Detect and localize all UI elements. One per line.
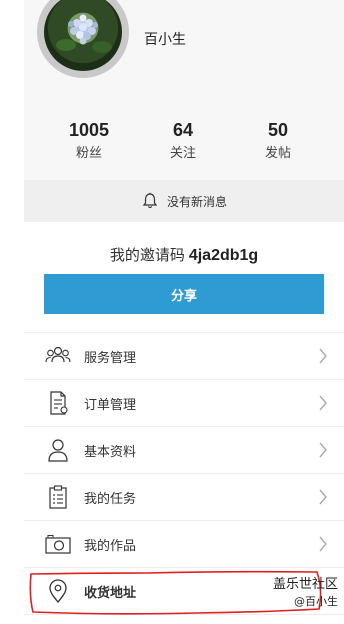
menu-item-label: 收货地址 [84,585,137,601]
order-document-icon [50,391,68,415]
chevron-right-icon [319,536,327,552]
location-pin-icon [49,579,67,604]
menu-item-order-management[interactable]: 订单管理 [24,380,344,427]
watermark: 盖乐世社区 @百小生 [273,576,338,610]
invite-label: 我的邀请码 [109,246,185,264]
stat-followers[interactable]: 1005 粉丝 [44,118,134,164]
notification-text: 没有新消息 [166,194,227,209]
menu-item-label: 我的任务 [84,491,137,507]
chevron-right-icon [319,348,327,364]
stat-value: 50 [267,120,289,140]
menu-list: 服务管理 订单管理 基本资料 我的任务 我的作品 收货地址 [24,332,344,615]
notification-bar[interactable]: 没有新消息 [24,180,344,222]
people-icon [45,346,71,363]
stat-posts[interactable]: 50 发帖 [233,118,323,164]
camera-icon [45,535,71,554]
menu-item-label: 服务管理 [84,350,137,366]
chevron-right-icon [319,395,327,411]
profile-page: 百小生 1005 粉丝 64 关注 50 发帖 没有新消息 我的邀请码 4ja2d… [24,0,344,624]
menu-item-my-tasks[interactable]: 我的任务 [24,474,344,521]
stat-value: 64 [172,120,194,140]
invite-code-value: 4ja2db1g [188,247,259,264]
invite-code: 我的邀请码 4ja2db1g [24,244,344,265]
share-button[interactable]: 分享 [44,274,324,314]
stat-following[interactable]: 64 关注 [138,118,228,164]
stats-row: 1005 粉丝 64 关注 50 发帖 [24,118,344,170]
avatar-frame[interactable] [37,0,129,78]
watermark-line1: 盖乐世社区 [272,577,338,592]
menu-item-basic-info[interactable]: 基本资料 [24,427,344,474]
user-icon [48,439,68,462]
avatar[interactable] [44,0,122,71]
bell-icon [142,192,158,209]
watermark-line2: @百小生 [294,595,338,608]
stat-label: 发帖 [264,146,291,161]
hydrangea-photo-icon [56,14,112,53]
clipboard-icon [49,485,67,509]
stat-value: 1005 [68,120,110,140]
chevron-right-icon [319,489,327,505]
stat-label: 粉丝 [75,146,102,161]
menu-item-label: 基本资料 [84,444,137,460]
stat-label: 关注 [169,146,196,161]
menu-item-label: 订单管理 [84,397,137,413]
username: 百小生 [144,32,186,48]
chevron-right-icon [319,442,327,458]
menu-item-service-management[interactable]: 服务管理 [24,333,344,380]
menu-item-label: 我的作品 [84,538,137,554]
menu-item-my-works[interactable]: 我的作品 [24,521,344,568]
profile-header: 百小生 1005 粉丝 64 关注 50 发帖 [24,0,344,180]
